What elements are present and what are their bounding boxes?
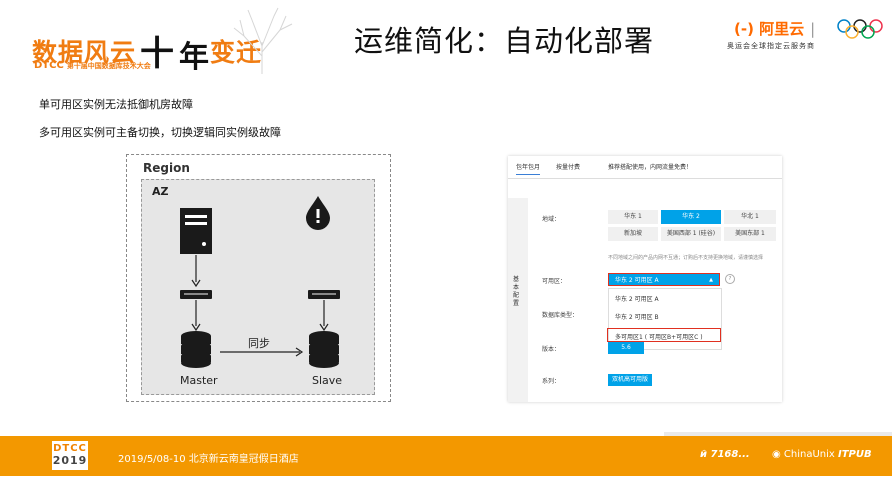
tree-ornament-icon bbox=[233, 7, 293, 74]
region-note: 不同地域之间的产品内网不互通；订购后不支持更换地域，请谨慎选择 bbox=[608, 255, 764, 261]
help-icon[interactable]: ? bbox=[725, 274, 735, 284]
slide-title: 运维简化：自动化部署 bbox=[354, 24, 655, 58]
sponsor-chinaunix-logo: ◉ ChinaUnix bbox=[772, 449, 835, 460]
footer-bar: DTCC 2019 2019/5/08-10 北京新云南皇冠假日酒店 й 716… bbox=[0, 436, 892, 476]
billing-tabs: 包年包月 按量付费 推荐搭配使用，内网流量免费！ bbox=[508, 156, 782, 179]
sync-label: 同步 bbox=[248, 337, 270, 350]
tab-pay-as-you-go[interactable]: 按量付费 bbox=[556, 162, 580, 171]
caret-up-icon: ▲ bbox=[709, 277, 713, 283]
event-logo-subtitle: DTCC 第十届中国数据库技术大会 bbox=[34, 60, 151, 71]
sponsor-it168-logo: й 7168... bbox=[700, 449, 750, 460]
master-label: Master bbox=[180, 374, 218, 387]
footer-dtcc-logo: DTCC 2019 bbox=[52, 441, 88, 470]
slave-database-icon bbox=[309, 331, 339, 368]
alibaba-cloud-logo: (-) 阿里云 bbox=[734, 20, 805, 38]
zone-field-label: 可用区： bbox=[542, 278, 567, 285]
bullet-multi-zone: 多可用区实例可主备切换，切换逻辑同实例级故障 bbox=[39, 126, 281, 139]
purchase-console: 包年包月 按量付费 推荐搭配使用，内网流量免费！ 基本配置 地域： 华东 1 华… bbox=[508, 156, 782, 402]
region-option[interactable]: 美国西部 1 (硅谷) bbox=[661, 227, 721, 241]
series-option[interactable]: 双机高可用版 bbox=[608, 374, 652, 386]
tab-note: 推荐搭配使用，内网流量免费！ bbox=[608, 164, 693, 171]
zone-select[interactable]: 华东 2 可用区 A ▲ bbox=[608, 273, 720, 286]
multi-zone-highlight bbox=[607, 328, 721, 342]
switch-icon-left bbox=[180, 290, 212, 299]
region-field-label: 地域： bbox=[542, 216, 561, 223]
region-option[interactable]: 美国东部 1 bbox=[724, 227, 776, 241]
olympic-rings-icon bbox=[837, 19, 883, 39]
tab-subscription[interactable]: 包年包月 bbox=[516, 162, 541, 175]
version-option[interactable]: 5.6 bbox=[608, 342, 644, 354]
region-option[interactable]: 华北 1 bbox=[724, 210, 776, 224]
region-option[interactable]: 新加坡 bbox=[608, 227, 658, 241]
bullet-single-zone: 单可用区实例无法抵御机房故障 bbox=[39, 98, 193, 111]
region-label: Region bbox=[143, 161, 190, 175]
server-icon bbox=[180, 208, 212, 254]
config-side-bar: 基本配置 bbox=[508, 198, 528, 402]
region-option-selected[interactable]: 华东 2 bbox=[661, 210, 721, 224]
config-side-label: 基本配置 bbox=[513, 276, 520, 307]
master-database-icon bbox=[181, 331, 211, 368]
footer-date-venue: 2019/5/08-10 北京新云南皇冠假日酒店 bbox=[118, 454, 299, 465]
config-panel: 地域： 华东 1 华东 2 华北 1 新加坡 美国西部 1 (硅谷) 美国东部 … bbox=[528, 198, 782, 402]
slave-label: Slave bbox=[312, 374, 343, 387]
diagram-graphics bbox=[180, 196, 340, 368]
sponsor-itpub-logo: ITPUB bbox=[838, 449, 872, 460]
az-box: AZ 同步 Master Slave bbox=[141, 179, 375, 395]
zone-dropdown-list: 华东 2 可用区 A 华东 2 可用区 B 多可用区1 ( 可用区B+可用区C … bbox=[607, 288, 722, 350]
region-option[interactable]: 华东 1 bbox=[608, 210, 658, 224]
zone-option[interactable]: 华东 2 可用区 B bbox=[615, 312, 659, 321]
sponsor-subtitle: 奥运会全球指定云服务商 bbox=[727, 42, 815, 50]
sponsor-logo: (-) 阿里云 | bbox=[734, 18, 821, 39]
series-label: 系列： bbox=[542, 378, 561, 385]
region-diagram: Region AZ 同步 Master Slave bbox=[126, 154, 391, 402]
zone-option[interactable]: 华东 2 可用区 A bbox=[615, 294, 659, 303]
warning-drop-icon bbox=[306, 196, 330, 230]
version-label: 版本： bbox=[542, 346, 561, 353]
db-type-label: 数据库类型： bbox=[542, 312, 579, 319]
logo-separator: | bbox=[810, 20, 816, 38]
switch-icon-right bbox=[308, 290, 340, 299]
chinaunix-icon: ◉ bbox=[772, 449, 781, 460]
